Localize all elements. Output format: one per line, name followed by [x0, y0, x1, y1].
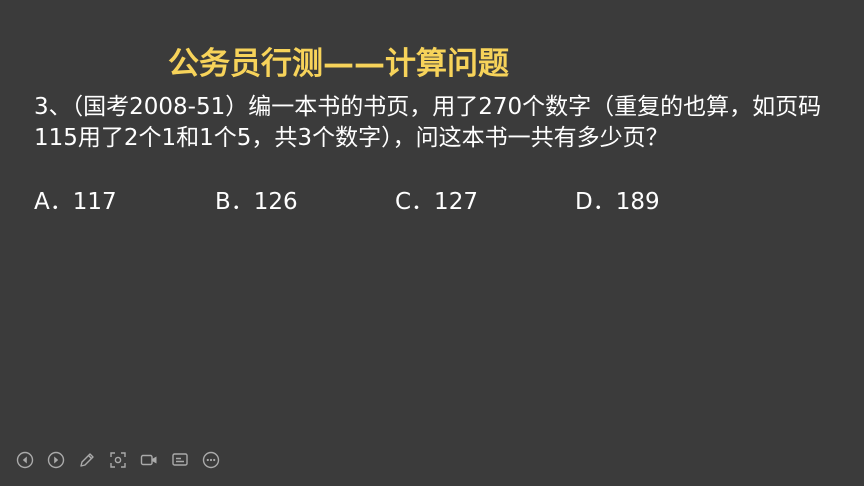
- slide-canvas: 公务员行测——计算问题 3、（国考2008-51）编一本书的书页，用了270个数…: [0, 0, 864, 486]
- previous-icon: [16, 451, 34, 469]
- option-a: A．117: [34, 189, 117, 215]
- subtitle-button[interactable]: [169, 449, 191, 471]
- question-text: 3、（国考2008-51）编一本书的书页，用了270个数字（重复的也算，如页码1…: [34, 94, 822, 151]
- previous-button[interactable]: [14, 449, 36, 471]
- zoom-button[interactable]: [107, 449, 129, 471]
- next-button[interactable]: [45, 449, 67, 471]
- option-d: D．189: [575, 189, 660, 215]
- pen-button[interactable]: [76, 449, 98, 471]
- option-b: B．126: [215, 189, 298, 215]
- slide-title: 公务员行测——计算问题: [168, 46, 509, 82]
- camera-button[interactable]: [138, 449, 160, 471]
- camera-icon: [140, 454, 157, 466]
- more-icon: [202, 451, 220, 469]
- next-icon: [47, 451, 65, 469]
- option-c: C．127: [395, 189, 478, 215]
- zoom-icon: [110, 452, 126, 468]
- answer-options: A．117 B．126 C．127 D．189: [34, 186, 834, 218]
- presentation-toolbar: [14, 449, 222, 471]
- subtitle-icon: [172, 453, 188, 466]
- more-button[interactable]: [200, 449, 222, 471]
- pen-icon: [80, 453, 94, 467]
